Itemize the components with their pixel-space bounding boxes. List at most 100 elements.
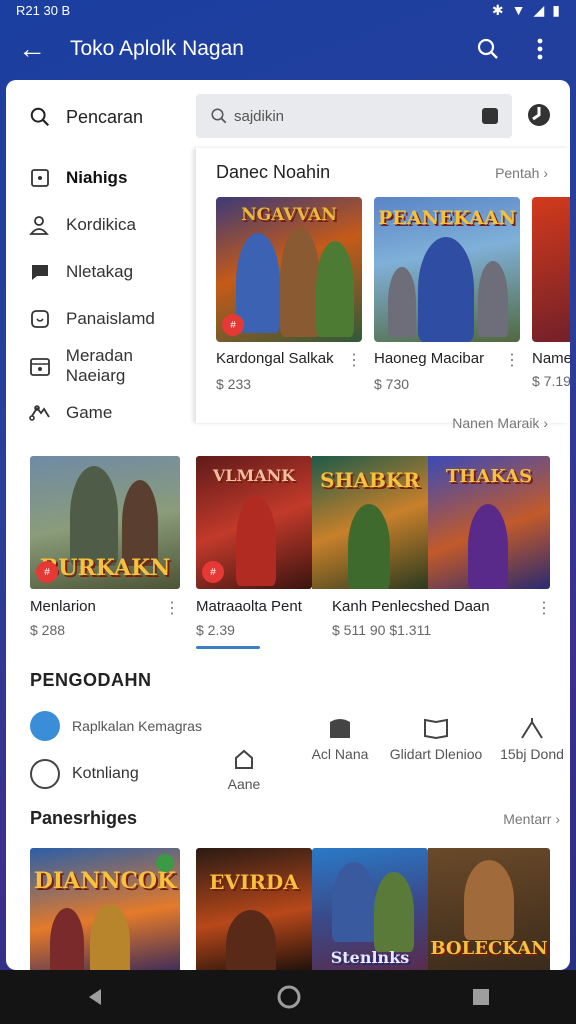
signal-icon: ◢ bbox=[533, 1, 545, 18]
home-icon bbox=[196, 738, 292, 770]
app-thumbnail[interactable]: VLMANK # bbox=[196, 456, 312, 589]
sidebar-item-nletakag[interactable]: Nletakag bbox=[6, 248, 196, 295]
app-thumbnail[interactable]: BOLECKAN bbox=[428, 848, 550, 970]
section-title: Panesrhiges bbox=[30, 808, 138, 828]
main-sheet: Pencaran Niahigs Kordikica Nletakag Pana… bbox=[6, 80, 570, 970]
bookmark-icon bbox=[28, 166, 52, 190]
bluetooth-icon: ✱ bbox=[491, 1, 504, 18]
section2-row: BURKAKN # VLMANK # SHABKR THAKAS bbox=[30, 456, 550, 589]
category-label: Glidart Dlenioo bbox=[389, 746, 483, 762]
status-time: R21 30 B bbox=[16, 2, 71, 18]
sidebar-search[interactable]: Pencaran bbox=[6, 80, 196, 154]
book-icon bbox=[388, 708, 484, 740]
store-icon bbox=[292, 708, 388, 740]
app-icon bbox=[30, 711, 60, 741]
search-input[interactable]: sajdikin bbox=[196, 94, 512, 138]
app-price: $ 511 90 $1.311 bbox=[332, 622, 432, 638]
chat-icon bbox=[28, 260, 52, 284]
section-header: Danec Noahin Pentah › bbox=[196, 148, 570, 183]
settings-icon bbox=[30, 759, 60, 789]
section-more-link[interactable]: Nanen Maraik › bbox=[452, 415, 548, 431]
more-vert-icon[interactable]: ⋮ bbox=[164, 598, 180, 618]
art-title: VLMANK bbox=[212, 466, 296, 485]
sidebar: Pencaran Niahigs Kordikica Nletakag Pana… bbox=[6, 80, 196, 425]
back-arrow-icon[interactable]: ← bbox=[18, 33, 58, 65]
app-title: Toko Aplolk Nagan bbox=[70, 37, 244, 60]
app-name: Kardongal Salkak bbox=[216, 350, 334, 367]
list-item-label: Kotnliang bbox=[72, 765, 139, 782]
app-thumbnail[interactable]: DIANNCOK bbox=[30, 848, 180, 970]
list-item[interactable]: Raplkalan Kemagras bbox=[30, 702, 202, 750]
play-protect-icon[interactable] bbox=[526, 102, 552, 128]
install-badge-icon: # bbox=[222, 314, 244, 336]
more-vert-icon[interactable]: ⋮ bbox=[346, 350, 362, 370]
pengodaan-list: Raplkalan Kemagras Kotnliang bbox=[30, 702, 202, 798]
app-thumbnail[interactable]: BURKAKN # bbox=[30, 456, 180, 589]
app-thumbnail[interactable]: THAKAS bbox=[428, 456, 550, 589]
people-icon bbox=[28, 213, 52, 237]
sidebar-item-niahigs[interactable]: Niahigs bbox=[6, 154, 196, 201]
featured-card-row: NGAVVAN # Kardongal Salkak ⋮ $ 233 PEANEK… bbox=[196, 197, 570, 392]
app-name: Menlarion bbox=[30, 598, 96, 615]
art-title: THAKAS bbox=[445, 466, 533, 487]
sidebar-item-label: Panaislamd bbox=[66, 308, 155, 328]
art-title: EVIRDA bbox=[209, 870, 299, 894]
art-title: BOLECKAN bbox=[430, 938, 548, 959]
nav-recents-icon[interactable] bbox=[471, 987, 491, 1007]
sidebar-item-label: Kordikica bbox=[66, 214, 136, 234]
app-thumbnail[interactable]: EVIRDA bbox=[196, 848, 312, 970]
category-item[interactable]: Glidart Dlenioo bbox=[388, 708, 484, 792]
app-bar: ← Toko Aplolk Nagan bbox=[0, 20, 576, 78]
category-item[interactable]: Acl Nana bbox=[292, 708, 388, 792]
app-thumbnail[interactable]: SHABKR bbox=[312, 456, 428, 589]
panesrhiges-header: Panesrhiges Mentarr › bbox=[30, 808, 560, 829]
app-name: Kanh Penlecshed Daan bbox=[332, 598, 490, 615]
app-card[interactable]: Name $ 7.19 bbox=[532, 197, 570, 392]
section-more-link[interactable]: Pentah › bbox=[495, 165, 548, 181]
system-nav-bar bbox=[0, 970, 576, 1024]
nav-home-icon[interactable] bbox=[276, 984, 302, 1010]
app-card[interactable]: PEANEKAAN Haoneg Macibar ⋮ $ 730 bbox=[374, 197, 520, 392]
search-icon bbox=[28, 105, 52, 129]
sidebar-item-kordikica[interactable]: Kordikica bbox=[6, 201, 196, 248]
app-price: $ 730 bbox=[374, 376, 410, 392]
section-more-link[interactable]: Mentarr › bbox=[503, 811, 560, 827]
sidebar-item-label: Niahigs bbox=[66, 167, 128, 187]
search-placeholder: sajdikin bbox=[234, 107, 285, 125]
install-badge-icon: # bbox=[36, 561, 58, 583]
more-vert-icon[interactable]: ⋮ bbox=[504, 350, 520, 370]
section-title: Danec Noahin bbox=[216, 162, 331, 182]
app-thumbnail bbox=[532, 197, 570, 342]
pengodaan-title: PENGODAHN bbox=[30, 670, 152, 690]
sidebar-item-meradan[interactable]: Meradan Naeiarg bbox=[6, 342, 196, 389]
category-label: Acl Nana bbox=[311, 746, 369, 762]
sidebar-item-panaislamd[interactable]: Panaislamd bbox=[6, 295, 196, 342]
section2-captions: Menlarion ⋮ $ 288 Matraaolta Pent $ 2.39… bbox=[30, 598, 570, 658]
search-icon bbox=[211, 108, 227, 124]
featured-panel: Danec Noahin Pentah › NGAVVAN # Kardonga… bbox=[196, 148, 570, 423]
app-thumbnail: NGAVVAN # bbox=[216, 197, 362, 342]
more-vert-icon[interactable]: ⋮ bbox=[536, 598, 552, 618]
art-title: SHABKR bbox=[320, 468, 420, 492]
list-item[interactable]: Kotnliang bbox=[30, 750, 202, 798]
verified-badge-icon bbox=[156, 854, 174, 872]
app-name: Matraaolta Pent bbox=[196, 598, 302, 615]
shield-icon bbox=[28, 307, 52, 331]
app-thumbnail[interactable]: Stenlnks bbox=[312, 848, 428, 970]
search-icon[interactable] bbox=[470, 31, 506, 67]
art-title: PEANEKAAN bbox=[378, 207, 516, 229]
selection-underline bbox=[196, 646, 260, 649]
category-label: 15bj Dond bbox=[500, 746, 564, 762]
category-item[interactable]: Aane bbox=[196, 738, 292, 792]
art-title: Stenlnks bbox=[330, 948, 410, 967]
sidebar-item-label: Nletakag bbox=[66, 261, 134, 281]
mic-icon[interactable] bbox=[482, 108, 498, 124]
install-badge-icon: # bbox=[202, 561, 224, 583]
more-vert-icon[interactable] bbox=[522, 31, 558, 67]
wifi-icon: ▼ bbox=[511, 1, 526, 18]
nav-back-icon[interactable] bbox=[85, 986, 107, 1008]
tent-icon bbox=[484, 708, 570, 740]
app-card[interactable]: NGAVVAN # Kardongal Salkak ⋮ $ 233 bbox=[216, 197, 362, 392]
section2-header: Nanen Maraik › bbox=[6, 415, 570, 431]
category-item[interactable]: 15bj Dond bbox=[484, 708, 570, 792]
